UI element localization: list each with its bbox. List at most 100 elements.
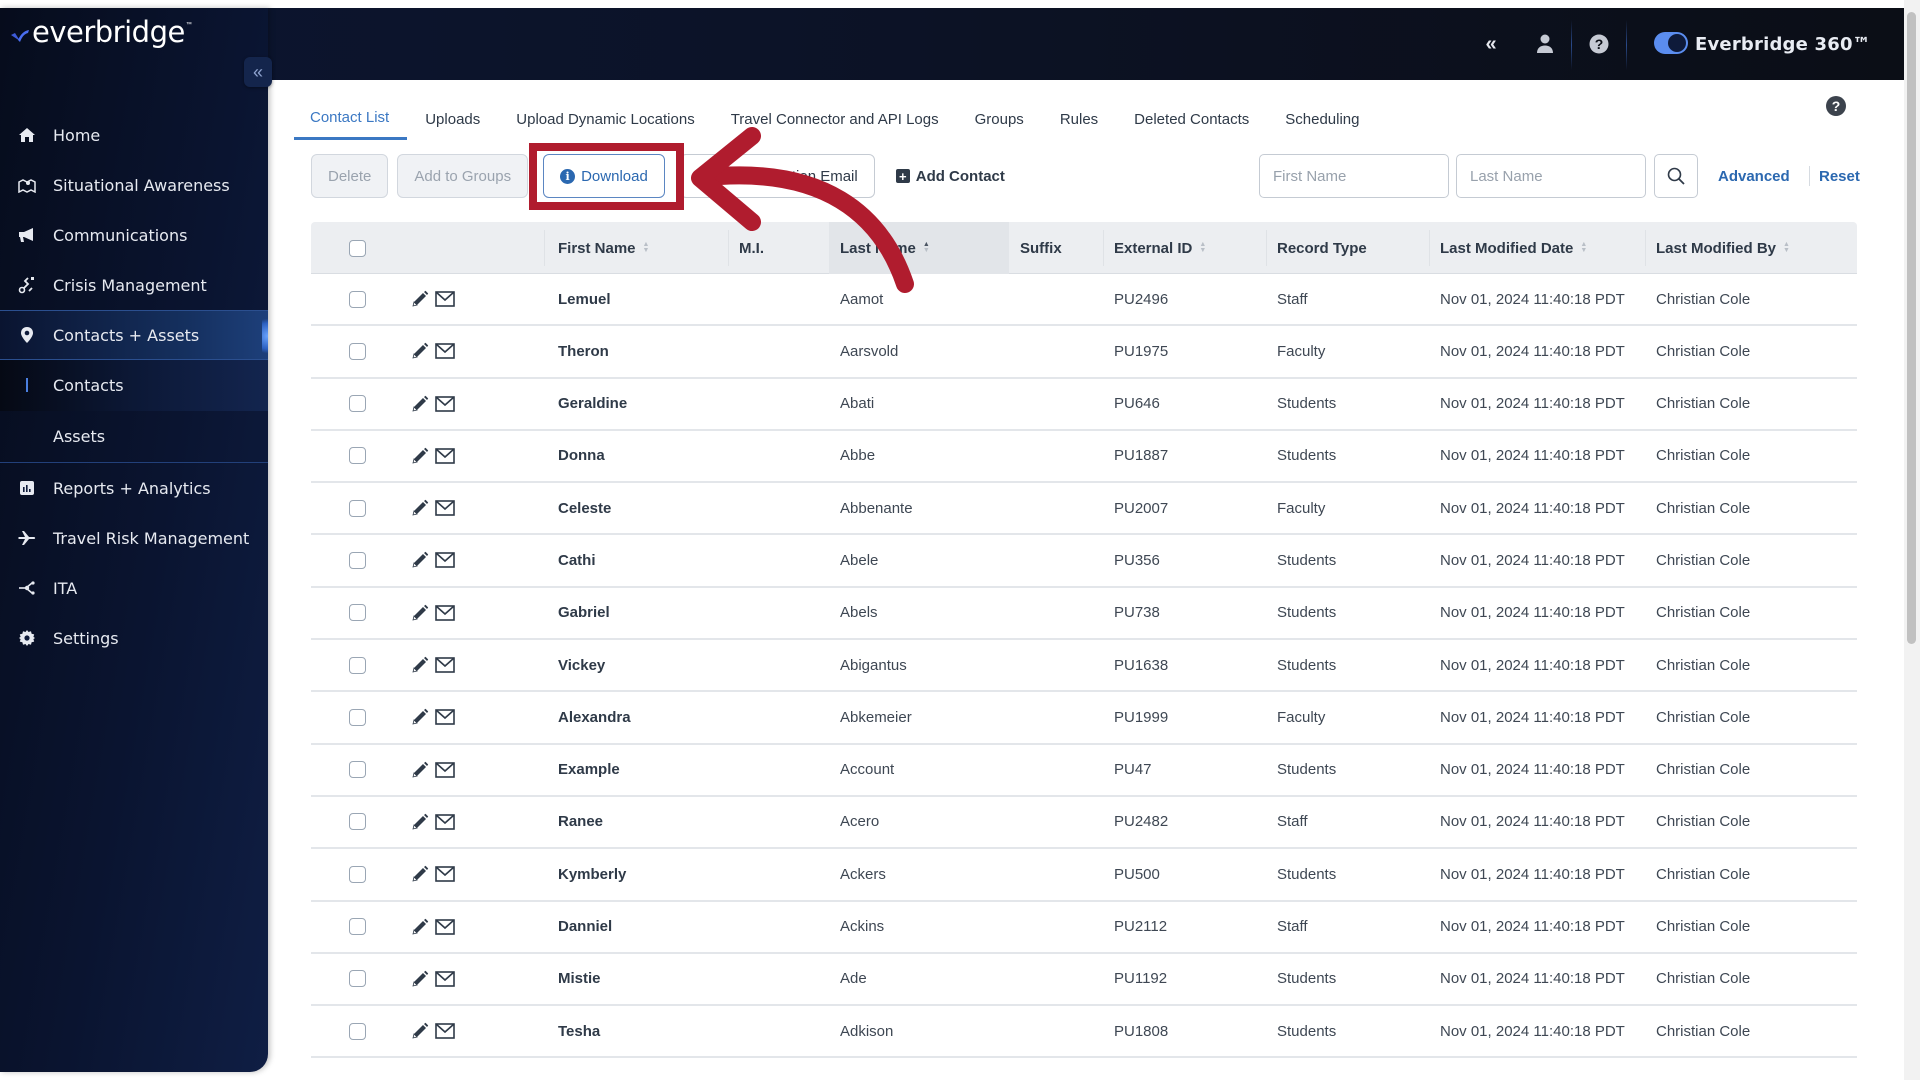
row-checkbox[interactable] [349, 918, 366, 936]
email-envelope-icon[interactable] [435, 918, 455, 935]
edit-pencil-icon[interactable] [411, 1022, 429, 1040]
table-row[interactable]: Mistie Ade PU1192 Students Nov 01, 2024 11:4… [311, 954, 1857, 1007]
collapse-header-button[interactable]: « [1476, 8, 1506, 80]
search-button[interactable] [1654, 154, 1698, 198]
sidebar-item-crisis-management[interactable]: Crisis Management [0, 260, 268, 310]
tab-rules[interactable]: Rules [1042, 98, 1116, 140]
row-checkbox[interactable] [349, 447, 366, 465]
edit-pencil-icon[interactable] [411, 395, 429, 413]
email-envelope-icon[interactable] [435, 761, 455, 778]
help-button[interactable]: ? [1584, 8, 1614, 80]
everbridge-360-toggle[interactable] [1654, 32, 1688, 54]
email-envelope-icon[interactable] [435, 500, 455, 516]
sidebar-subitem-assets[interactable]: Assets [0, 411, 268, 462]
tab-scheduling[interactable]: Scheduling [1267, 98, 1377, 140]
column-first-name[interactable]: First Name ▲ ▼ [558, 222, 649, 274]
table-row[interactable]: Gabriel Abels PU738 Students Nov 01, 2024 11… [311, 588, 1857, 641]
email-envelope-icon[interactable] [435, 343, 455, 360]
add-to-groups-button[interactable]: Add to Groups [397, 154, 529, 198]
edit-pencil-icon[interactable] [411, 604, 429, 622]
row-checkbox[interactable] [349, 551, 366, 569]
tab-travel-connector-api-logs[interactable]: Travel Connector and API Logs [713, 98, 957, 140]
email-envelope-icon[interactable] [435, 866, 455, 883]
email-envelope-icon[interactable] [435, 552, 455, 569]
sidebar-subitem-contacts[interactable]: Contacts [0, 360, 268, 411]
row-checkbox[interactable] [349, 708, 366, 726]
email-envelope-icon[interactable] [435, 448, 455, 464]
table-row[interactable]: Vickey Abigantus PU1638 Students Nov 01, 202… [311, 640, 1857, 693]
row-checkbox[interactable] [349, 342, 366, 360]
column-external-id[interactable]: External ID ▲ ▼ [1114, 222, 1206, 274]
row-checkbox[interactable] [349, 970, 366, 988]
user-profile-button[interactable] [1530, 8, 1560, 80]
table-row[interactable]: Cathi Abele PU356 Students Nov 01, 2024 11:4… [311, 535, 1857, 588]
table-row[interactable]: Celeste Abbenante PU2007 Faculty Nov 01, 202… [311, 483, 1857, 536]
row-checkbox[interactable] [349, 761, 366, 779]
email-envelope-icon[interactable] [435, 1023, 455, 1039]
column-last-modified-by[interactable]: Last Modified By ▲ ▼ [1656, 222, 1790, 274]
cell-first-name[interactable]: Tesha [558, 1006, 600, 1056]
table-row[interactable]: Alexandra Abkemeier PU1999 Faculty Nov 01, 2… [311, 692, 1857, 745]
cell-first-name[interactable]: Donna [558, 431, 605, 481]
page-scrollbar-thumb[interactable] [1907, 12, 1916, 644]
row-checkbox[interactable] [349, 395, 366, 413]
table-row[interactable]: Tesha Adkison PU1808 Students Nov 01, 2024 1… [311, 1006, 1857, 1059]
cell-first-name[interactable]: Celeste [558, 483, 611, 533]
help-icon[interactable]: ? [1826, 96, 1846, 116]
edit-pencil-icon[interactable] [411, 865, 429, 883]
table-row[interactable]: Kymberly Ackers PU500 Students Nov 01, 2024 … [311, 849, 1857, 902]
edit-pencil-icon[interactable] [411, 342, 429, 360]
cell-first-name[interactable]: Ranee [558, 797, 603, 847]
email-envelope-icon[interactable] [435, 291, 455, 307]
sidebar-item-contacts-assets[interactable]: Contacts + Assets [0, 310, 268, 360]
table-row[interactable]: Donna Abbe PU1887 Students Nov 01, 2024 11:4… [311, 431, 1857, 484]
edit-pencil-icon[interactable] [411, 708, 429, 726]
edit-pencil-icon[interactable] [411, 970, 429, 988]
last-name-search-input[interactable] [1456, 154, 1646, 198]
edit-pencil-icon[interactable] [411, 761, 429, 779]
table-row[interactable]: Geraldine Abati PU646 Students Nov 01, 2024 … [311, 379, 1857, 431]
send-registration-email-button[interactable]: Send Registration Email [679, 154, 875, 198]
tab-deleted-contacts[interactable]: Deleted Contacts [1116, 98, 1267, 140]
edit-pencil-icon[interactable] [411, 813, 429, 831]
row-checkbox[interactable] [349, 813, 366, 831]
row-checkbox[interactable] [349, 1022, 366, 1040]
tab-groups[interactable]: Groups [957, 98, 1042, 140]
cell-first-name[interactable]: Gabriel [558, 588, 610, 638]
cell-first-name[interactable]: Cathi [558, 535, 596, 585]
cell-first-name[interactable]: Mistie [558, 954, 601, 1004]
edit-pencil-icon[interactable] [411, 656, 429, 674]
row-checkbox[interactable] [349, 499, 366, 517]
reset-search-link[interactable]: Reset [1809, 154, 1860, 198]
sidebar-item-communications[interactable]: Communications [0, 210, 268, 260]
table-row[interactable]: Lemuel Aamot PU2496 Staff Nov 01, 2024 11:40… [311, 274, 1857, 327]
table-row[interactable]: Example Account PU47 Students Nov 01, 2024 1… [311, 745, 1857, 797]
sidebar-item-ita[interactable]: ITA [0, 563, 268, 613]
row-checkbox[interactable] [349, 290, 366, 308]
sidebar-item-reports-analytics[interactable]: Reports + Analytics [0, 463, 268, 513]
cell-first-name[interactable]: Danniel [558, 902, 612, 952]
edit-pencil-icon[interactable] [411, 551, 429, 569]
table-row[interactable]: Theron Aarsvold PU1975 Faculty Nov 01, 2024 … [311, 326, 1857, 379]
email-envelope-icon[interactable] [435, 657, 455, 673]
cell-first-name[interactable]: Theron [558, 326, 609, 376]
tab-contact-list[interactable]: Contact List [294, 98, 408, 140]
add-contact-button[interactable]: + Add Contact [895, 154, 1005, 198]
edit-pencil-icon[interactable] [411, 290, 429, 308]
column-last-name[interactable]: Last Name ▲ ▼ [829, 222, 1009, 274]
table-row[interactable]: Danniel Ackins PU2112 Staff Nov 01, 2024 11:… [311, 902, 1857, 954]
cell-first-name[interactable]: Geraldine [558, 379, 627, 429]
row-checkbox[interactable] [349, 656, 366, 674]
sidebar-item-home[interactable]: Home [0, 110, 268, 160]
row-checkbox[interactable] [349, 865, 366, 883]
cell-first-name[interactable]: Vickey [558, 640, 605, 690]
email-envelope-icon[interactable] [435, 971, 455, 987]
sidebar-item-settings[interactable]: Settings [0, 613, 268, 663]
cell-first-name[interactable]: Alexandra [558, 692, 631, 742]
download-button[interactable]: i Download [543, 154, 665, 198]
edit-pencil-icon[interactable] [411, 499, 429, 517]
first-name-search-input[interactable] [1259, 154, 1449, 198]
collapse-sidebar-button[interactable]: « [244, 57, 272, 87]
advanced-search-link[interactable]: Advanced [1718, 154, 1790, 198]
sidebar-item-travel-risk-management[interactable]: Travel Risk Management [0, 513, 268, 563]
